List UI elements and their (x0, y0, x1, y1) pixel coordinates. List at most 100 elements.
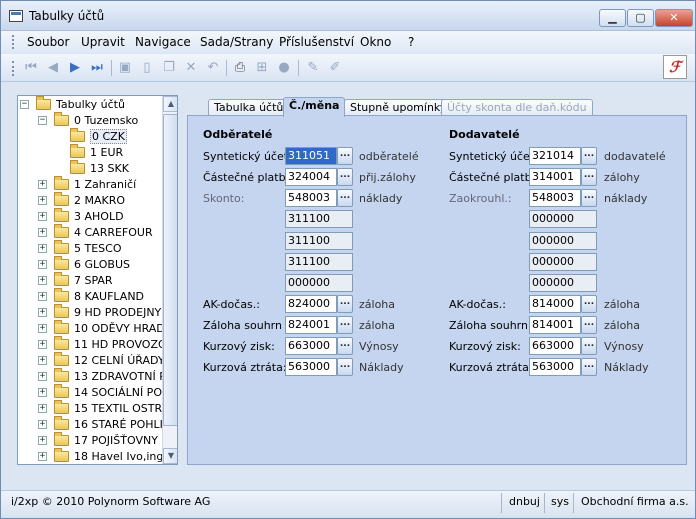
dod-zaloha-input[interactable]: 814001 (529, 316, 581, 334)
clear-pencil-icon[interactable]: ✐ (327, 60, 343, 76)
odb-ak-input[interactable]: 824000 (285, 295, 337, 313)
dod-ak-lookup-button[interactable]: ... (581, 295, 597, 313)
tab-tabulka-uctu[interactable]: Tabulka účtů (208, 99, 290, 116)
app-icon (9, 10, 23, 22)
odb-ak-lookup-button[interactable]: ... (337, 295, 353, 313)
expand-icon[interactable]: + (38, 388, 47, 397)
odb-synteticky-input[interactable]: 311051 (285, 147, 337, 165)
tree-structure-icon[interactable]: ⊞ (254, 60, 270, 76)
label-ak-docas: AK-dočas.: (449, 298, 506, 311)
label-ak-docas: AK-dočas.: (203, 298, 260, 311)
menu-sada-strany[interactable]: Sada/Strany (200, 35, 273, 49)
prev-record-icon[interactable]: ◀ (45, 60, 61, 76)
menu-prislusenstvi[interactable]: Příslušenství (279, 35, 354, 49)
dod-zisk-input[interactable]: 663000 (529, 337, 581, 355)
tab-content (187, 115, 687, 465)
expand-icon[interactable]: + (38, 180, 47, 189)
tab-cislo-mena[interactable]: Č./měna (283, 97, 346, 117)
expand-icon[interactable]: + (38, 356, 47, 365)
menu-navigace[interactable]: Navigace (135, 35, 191, 49)
menu-upravit[interactable]: Upravit (81, 35, 125, 49)
odb-skonto-input[interactable]: 548003 (285, 189, 337, 207)
dod-castecne-input[interactable]: 314001 (529, 168, 581, 186)
dod-ak-input[interactable]: 814000 (529, 295, 581, 313)
expand-icon[interactable]: + (38, 452, 47, 461)
close-button[interactable]: ✕ (655, 9, 693, 27)
account-tree[interactable]: − Tabulky účtů − 0 Tuzemsko 0 CZK 1 EUR 13 S… (17, 95, 178, 465)
collapse-icon[interactable]: − (20, 100, 29, 109)
scroll-up-icon[interactable]: ▲ (163, 96, 177, 112)
disabled-circle-icon[interactable]: ● (276, 60, 292, 76)
dod-ztrata-lookup-button[interactable]: ... (581, 358, 597, 376)
expand-icon[interactable]: + (38, 276, 47, 285)
odb-zaloha-input[interactable]: 824001 (285, 316, 337, 334)
expand-icon[interactable]: + (38, 228, 47, 237)
delete-icon[interactable]: ✕ (183, 60, 199, 76)
odb-ztrata-lookup-button[interactable]: ... (337, 358, 353, 376)
odb-skonto-lookup-button[interactable]: ... (337, 189, 353, 207)
collapse-icon[interactable]: − (38, 116, 47, 125)
expand-icon[interactable]: + (38, 324, 47, 333)
dod-extra-account-3[interactable]: 000000 (529, 253, 597, 271)
expand-icon[interactable]: + (38, 244, 47, 253)
expand-icon[interactable]: + (38, 212, 47, 221)
dod-synteticky-input[interactable]: 321014 (529, 147, 581, 165)
dod-castecne-lookup-button[interactable]: ... (581, 168, 597, 186)
status-copyright: i/2xp © 2010 Polynorm Software AG (11, 495, 211, 508)
save-icon[interactable]: ▣ (117, 60, 133, 76)
odb-zisk-lookup-button[interactable]: ... (337, 337, 353, 355)
label-kurzovy-zisk: Kurzový zisk: (203, 340, 275, 353)
edit-pencil-icon[interactable]: ✎ (305, 60, 321, 76)
dod-zaokrouhl-lookup-button[interactable]: ... (581, 189, 597, 207)
dod-extra-account-2[interactable]: 000000 (529, 232, 597, 250)
odb-castecne-lookup-button[interactable]: ... (337, 168, 353, 186)
folder-icon (54, 416, 69, 430)
expand-icon[interactable]: + (38, 196, 47, 205)
scroll-thumb[interactable] (163, 114, 177, 426)
odb-castecne-input[interactable]: 324004 (285, 168, 337, 186)
dod-synteticky-lookup-button[interactable]: ... (581, 147, 597, 165)
odb-ztrata-input[interactable]: 563000 (285, 358, 337, 376)
scroll-down-icon[interactable]: ▼ (163, 448, 177, 464)
print-icon[interactable]: ⎙ (232, 60, 248, 76)
dod-extra-account-1[interactable]: 000000 (529, 210, 597, 228)
odb-extra-account-1[interactable]: 311100 (285, 210, 353, 228)
expand-icon[interactable]: + (38, 420, 47, 429)
expand-icon[interactable]: + (38, 436, 47, 445)
expand-icon[interactable]: + (38, 404, 47, 413)
next-record-icon[interactable]: ▶ (67, 60, 83, 76)
menu-help[interactable]: ? (408, 35, 414, 49)
last-record-icon[interactable]: ⏭ (89, 60, 105, 76)
odb-zisk-input[interactable]: 663000 (285, 337, 337, 355)
menu-soubor[interactable]: Soubor (27, 35, 69, 49)
expand-icon[interactable]: + (38, 372, 47, 381)
tree-scrollbar[interactable]: ▲ ▼ (162, 96, 177, 464)
tree-item-label: 6 GLOBUS (74, 258, 130, 271)
dod-extra-account-4[interactable]: 000000 (529, 274, 597, 292)
dod-zaokrouhl-input[interactable]: 548003 (529, 189, 581, 207)
expand-icon[interactable]: + (38, 292, 47, 301)
tab-stupne-upominky[interactable]: Stupně upomínky (344, 99, 453, 116)
odb-extra-account-2[interactable]: 311100 (285, 232, 353, 250)
maximize-button[interactable]: ▢ (627, 9, 654, 27)
first-record-icon[interactable]: ⏮ (23, 60, 39, 76)
dod-zaloha-lookup-button[interactable]: ... (581, 316, 597, 334)
folder-icon (54, 192, 69, 206)
menu-grip (12, 35, 15, 49)
odb-synteticky-lookup-button[interactable]: ... (337, 147, 353, 165)
expand-icon[interactable]: + (38, 260, 47, 269)
menu-okno[interactable]: Okno (360, 35, 391, 49)
tab-ucty-skonta[interactable]: Účty skonta dle daň.kódu (441, 99, 593, 116)
odb-extra-account-3[interactable]: 311100 (285, 253, 353, 271)
new-document-icon[interactable]: ▯ (139, 60, 155, 76)
tree-item-label: 2 MAKRO (74, 194, 126, 207)
dod-ztrata-input[interactable]: 563000 (529, 358, 581, 376)
odb-zaloha-lookup-button[interactable]: ... (337, 316, 353, 334)
odb-extra-account-4[interactable]: 000000 (285, 274, 353, 292)
copy-icon[interactable]: ❐ (161, 60, 177, 76)
expand-icon[interactable]: + (38, 308, 47, 317)
undo-icon[interactable]: ↶ (205, 60, 221, 76)
minimize-button[interactable]: ▁ (599, 9, 626, 27)
expand-icon[interactable]: + (38, 340, 47, 349)
dod-zisk-lookup-button[interactable]: ... (581, 337, 597, 355)
